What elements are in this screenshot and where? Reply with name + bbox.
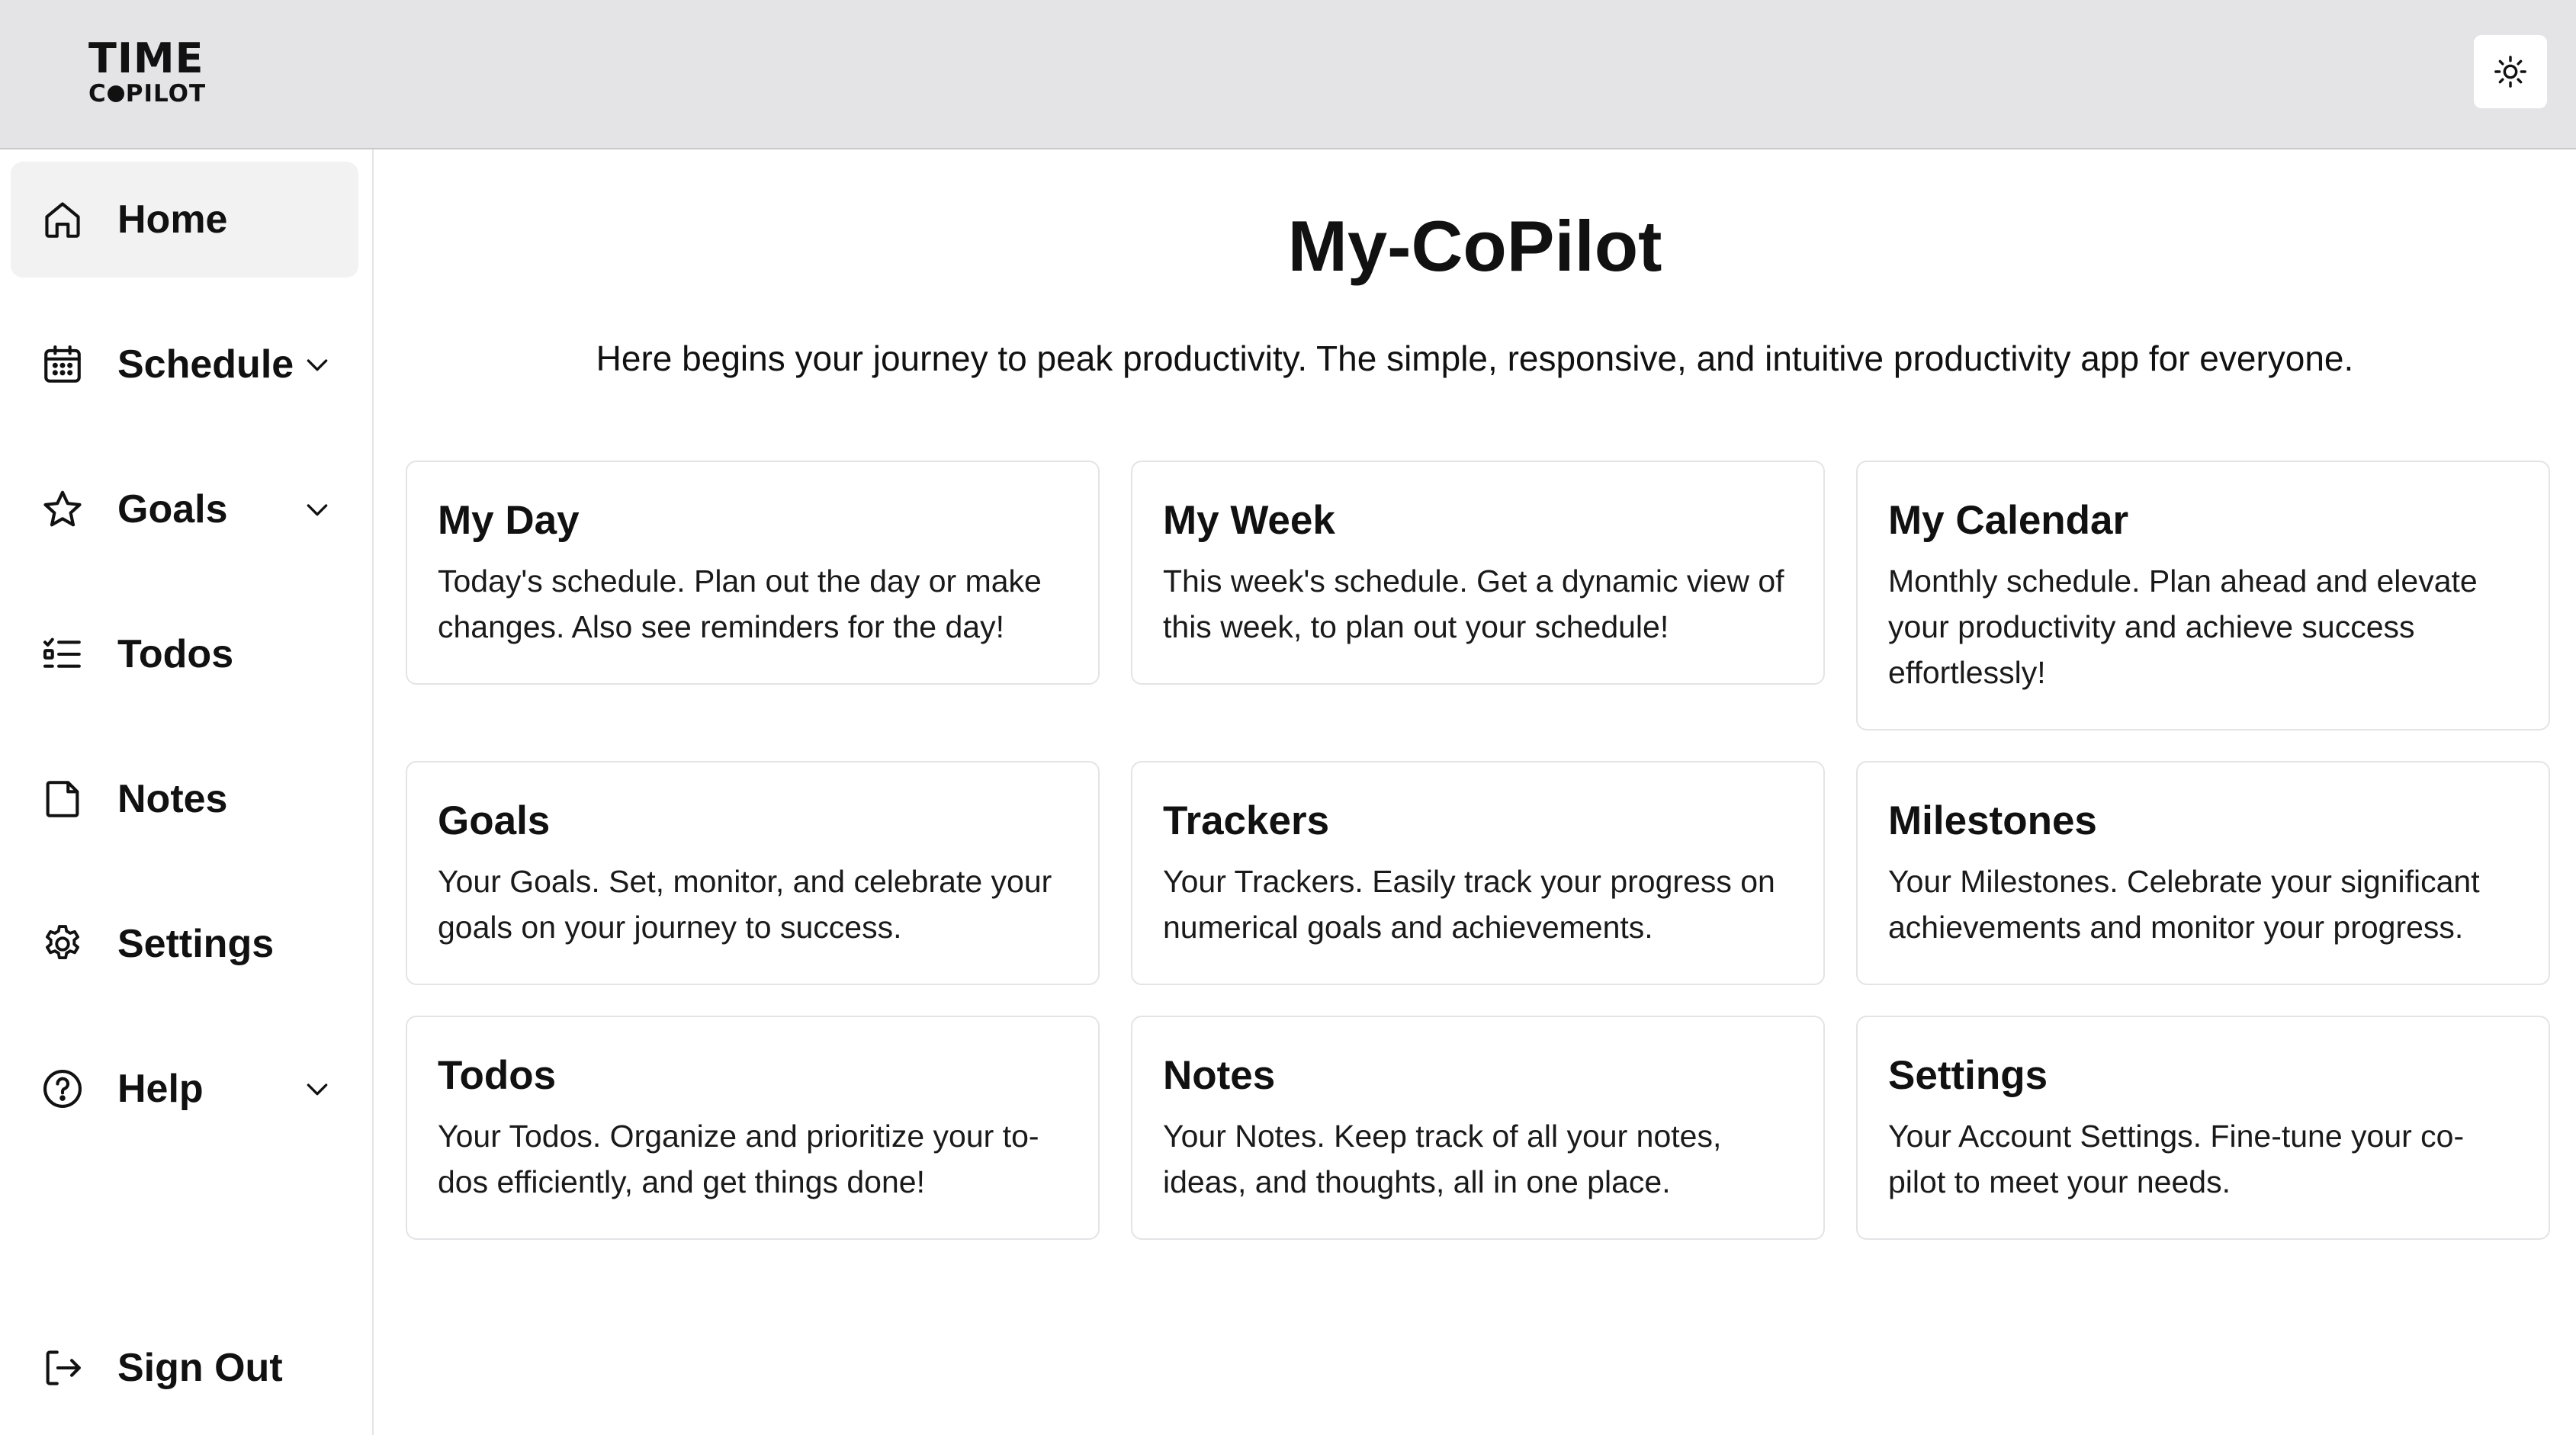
card-trackers[interactable]: Trackers Your Trackers. Easily track you… bbox=[1131, 761, 1825, 985]
card-milestones[interactable]: Milestones Your Milestones. Celebrate yo… bbox=[1856, 761, 2550, 985]
sidebar-item-label: Schedule bbox=[117, 342, 294, 387]
card-description: Your Account Settings. Fine-tune your co… bbox=[1888, 1119, 2465, 1199]
sun-icon bbox=[2493, 54, 2528, 89]
sidebar-item-label: Home bbox=[117, 197, 228, 242]
sidebar-item-settings[interactable]: Settings bbox=[11, 886, 358, 1002]
logo-wordmark-top: TIME bbox=[88, 34, 204, 82]
sidebar-item-label: Help bbox=[117, 1067, 204, 1111]
card-settings[interactable]: Settings Your Account Settings. Fine-tun… bbox=[1856, 1016, 2550, 1240]
note-icon bbox=[40, 776, 85, 822]
app-logo[interactable]: TIME C PILOT bbox=[88, 38, 205, 108]
card-description: Your Goals. Set, monitor, and celebrate … bbox=[438, 864, 1052, 945]
card-description: Your Milestones. Celebrate your signific… bbox=[1888, 864, 2480, 945]
card-title: Goals bbox=[438, 798, 551, 843]
card-todos[interactable]: Todos Your Todos. Organize and prioritiz… bbox=[406, 1016, 1100, 1240]
card-title: Notes bbox=[1163, 1053, 1276, 1098]
page-title: My-CoPilot bbox=[1287, 206, 1662, 286]
chevron-down-icon[interactable] bbox=[302, 1074, 332, 1104]
sign-out-label: Sign Out bbox=[117, 1346, 283, 1390]
card-title: My Week bbox=[1163, 498, 1335, 543]
sidebar-item-label: Todos bbox=[117, 632, 234, 676]
card-description: Monthly schedule. Plan ahead and elevate… bbox=[1888, 563, 2478, 690]
sidebar-item-notes[interactable]: Notes bbox=[11, 741, 358, 857]
logo-dot-icon bbox=[107, 85, 124, 102]
home-icon bbox=[40, 197, 85, 242]
logo-bottom-prefix: C bbox=[88, 80, 107, 108]
logo-bottom-suffix: PILOT bbox=[125, 80, 207, 108]
card-title: Milestones bbox=[1888, 798, 2097, 843]
help-circle-icon bbox=[40, 1066, 85, 1112]
logo-wordmark-bottom: C PILOT bbox=[88, 81, 206, 107]
card-description: Your Notes. Keep track of all your notes… bbox=[1163, 1119, 1722, 1199]
sign-out-icon bbox=[40, 1345, 85, 1391]
calendar-icon bbox=[40, 342, 85, 387]
page-subtitle: Here begins your journey to peak product… bbox=[596, 339, 2354, 378]
sidebar-item-label: Goals bbox=[117, 487, 228, 531]
card-description: Today's schedule. Plan out the day or ma… bbox=[438, 563, 1042, 644]
sidebar-item-label: Settings bbox=[117, 922, 275, 966]
gear-icon bbox=[40, 921, 85, 967]
card-description: This week's schedule. Get a dynamic view… bbox=[1163, 563, 1784, 644]
sidebar: Home Schedule Goals Todos Notes Settings… bbox=[0, 149, 374, 1435]
card-title: Settings bbox=[1888, 1053, 2048, 1098]
sidebar-item-todos[interactable]: Todos bbox=[11, 596, 358, 712]
sidebar-item-home[interactable]: Home bbox=[11, 162, 358, 278]
card-my-calendar[interactable]: My Calendar Monthly schedule. Plan ahead… bbox=[1856, 461, 2550, 730]
card-notes[interactable]: Notes Your Notes. Keep track of all your… bbox=[1131, 1016, 1825, 1240]
card-my-week[interactable]: My Week This week's schedule. Get a dyna… bbox=[1131, 461, 1825, 685]
top-header: TIME C PILOT bbox=[0, 0, 2576, 149]
card-title: My Day bbox=[438, 498, 580, 543]
sidebar-item-schedule[interactable]: Schedule bbox=[11, 307, 358, 422]
card-title: My Calendar bbox=[1888, 498, 2129, 543]
sign-out-button[interactable]: Sign Out bbox=[11, 1310, 358, 1426]
sidebar-item-help[interactable]: Help bbox=[11, 1031, 358, 1147]
sidebar-item-label: Notes bbox=[117, 777, 228, 821]
chevron-down-icon[interactable] bbox=[302, 349, 332, 380]
sidebar-item-goals[interactable]: Goals bbox=[11, 451, 358, 567]
card-my-day[interactable]: My Day Today's schedule. Plan out the da… bbox=[406, 461, 1100, 685]
card-title: Trackers bbox=[1163, 798, 1330, 843]
star-icon bbox=[40, 486, 85, 532]
card-description: Your Todos. Organize and prioritize your… bbox=[438, 1119, 1039, 1199]
card-description: Your Trackers. Easily track your progres… bbox=[1163, 864, 1775, 945]
chevron-down-icon[interactable] bbox=[302, 494, 332, 525]
card-title: Todos bbox=[438, 1053, 557, 1098]
card-goals[interactable]: Goals Your Goals. Set, monitor, and cele… bbox=[406, 761, 1100, 985]
checklist-icon bbox=[40, 631, 85, 677]
theme-toggle-button[interactable] bbox=[2474, 35, 2547, 108]
